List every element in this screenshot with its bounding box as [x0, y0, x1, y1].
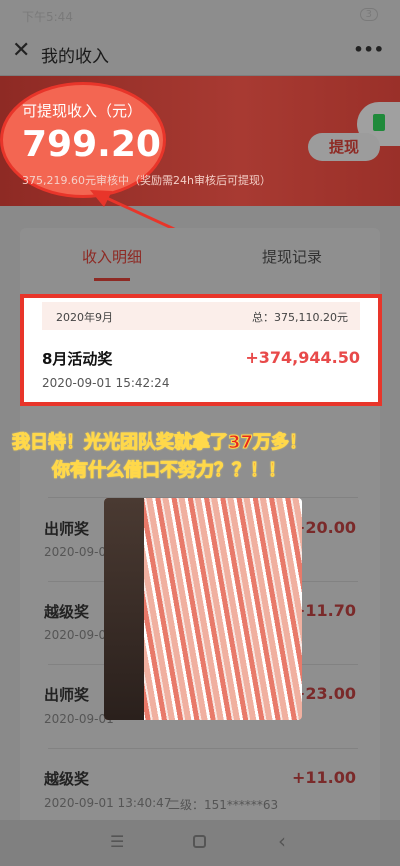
home-icon[interactable]: [193, 835, 206, 848]
header: ✕ 我的收入 •••: [0, 30, 400, 76]
record-name: 出师奖: [44, 520, 90, 538]
record-name: 越级奖: [44, 603, 90, 621]
back-icon[interactable]: ‹: [278, 829, 286, 853]
record-name: 越级奖: [44, 770, 90, 788]
tab-withdraw-records[interactable]: 提现记录: [262, 246, 322, 267]
tab-income-details[interactable]: 收入明细: [82, 246, 142, 267]
caption-line-2: 你有什么借口不努力？？！！: [52, 460, 287, 482]
page-title: 我的收入: [41, 47, 109, 67]
system-nav-bar: ☰ ‹: [0, 820, 400, 866]
document-icon: [373, 114, 385, 131]
menu-icon[interactable]: ☰: [110, 832, 124, 851]
month-label: 2020年9月: [56, 311, 113, 324]
record-amount: +374,944.50: [245, 348, 360, 367]
photo-shadow: [104, 498, 144, 720]
month-total: 总：375,110.20元: [252, 311, 348, 324]
withdrawable-amount: 799.20: [22, 124, 161, 165]
month-header: 2020年9月 总：375,110.20元: [42, 302, 360, 330]
record-extra: 二级：151******63: [168, 798, 279, 812]
battery-icon: 3: [359, 8, 378, 21]
record-amount: +11.00: [291, 768, 356, 787]
close-icon[interactable]: ✕: [12, 38, 30, 63]
withdraw-button[interactable]: 提现: [308, 133, 380, 161]
record-name: 8月活动奖: [42, 350, 113, 368]
money-photo: [104, 498, 302, 720]
record-name: 出师奖: [44, 686, 90, 704]
record-date: 2020-09-01 15:42:24: [42, 376, 170, 390]
status-time: 下午5:44: [22, 10, 73, 24]
more-icon[interactable]: •••: [353, 40, 384, 59]
status-bar: 下午5:44 3: [0, 0, 400, 30]
divider: [48, 748, 358, 749]
caption-line-1: 我日特！光光团队奖就拿了37万多！: [11, 432, 308, 454]
withdrawable-label: 可提现收入（元）: [22, 102, 143, 120]
highlight-box: 2020年9月 总：375,110.20元 8月活动奖 +374,944.50 …: [20, 294, 382, 406]
tab-indicator: [94, 278, 130, 281]
record-date: 2020-09-01 13:40:47: [44, 796, 172, 810]
